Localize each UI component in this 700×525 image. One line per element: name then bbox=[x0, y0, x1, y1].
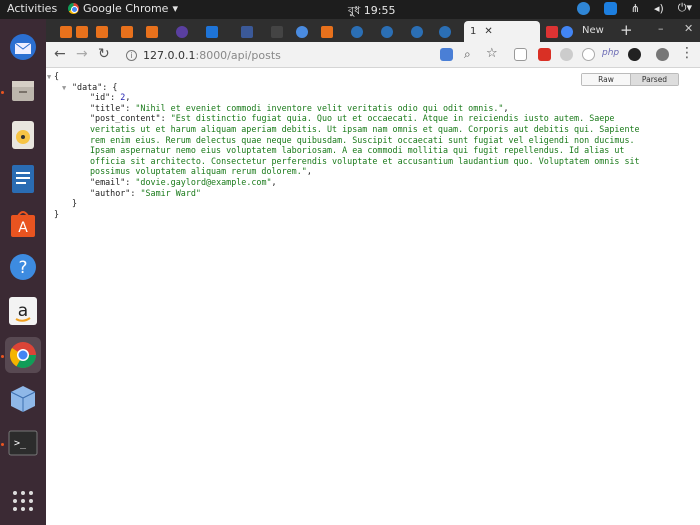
json-brace: { bbox=[54, 71, 60, 81]
volume-icon[interactable]: ◂) bbox=[654, 2, 664, 15]
extension-icon[interactable] bbox=[560, 48, 573, 61]
new-tab-button[interactable]: + bbox=[620, 21, 633, 39]
power-icon[interactable]: ⏻▾ bbox=[678, 1, 692, 15]
json-brace: } bbox=[72, 198, 78, 209]
json-key: "email" bbox=[90, 176, 126, 187]
json-key: "title" bbox=[90, 102, 126, 113]
tab[interactable] bbox=[206, 22, 218, 42]
json-punct: : { bbox=[102, 81, 118, 92]
browser-toolbar: ← → ↻ i 127.0.0.1:8000/api/posts ⌕ ☆ php… bbox=[46, 42, 700, 68]
chrome-icon bbox=[68, 3, 79, 14]
json-value: "Est distinctio fugiat quia. Quo ut et o… bbox=[90, 113, 640, 177]
json-value: "Samir Ward" bbox=[140, 187, 201, 198]
show-applications-icon[interactable] bbox=[5, 483, 41, 519]
json-viewer: Raw Parsed ▼{ ▼ "data": { "id": 2, "title… bbox=[46, 68, 700, 525]
forward-button[interactable]: → bbox=[76, 46, 88, 62]
json-key: "id" bbox=[90, 92, 111, 103]
reload-button[interactable]: ↻ bbox=[98, 46, 110, 62]
tab[interactable] bbox=[146, 22, 158, 42]
svg-text:?: ? bbox=[18, 258, 27, 278]
dock: A ? a >_ bbox=[0, 19, 46, 525]
amazon-icon[interactable]: a bbox=[5, 293, 41, 329]
url-path: :8000/api/posts bbox=[195, 48, 281, 62]
tab[interactable] bbox=[176, 22, 188, 42]
files-icon[interactable] bbox=[5, 73, 41, 109]
tab[interactable] bbox=[351, 22, 363, 42]
app-name: Google Chrome bbox=[83, 2, 169, 15]
tab[interactable] bbox=[411, 22, 423, 42]
rhythmbox-icon[interactable] bbox=[5, 117, 41, 153]
chrome-dock-icon[interactable] bbox=[5, 337, 41, 373]
skype-icon[interactable] bbox=[576, 1, 590, 15]
url-host: 127.0.0.1 bbox=[143, 48, 196, 62]
terminal-icon[interactable]: >_ bbox=[5, 425, 41, 461]
svg-text:>_: >_ bbox=[14, 438, 27, 449]
zoom-icon[interactable] bbox=[603, 1, 617, 15]
translate-icon[interactable] bbox=[440, 48, 453, 61]
json-key: "post_content" bbox=[90, 113, 161, 124]
software-center-icon[interactable]: A bbox=[5, 205, 41, 241]
json-key: "author" bbox=[90, 187, 131, 198]
tab[interactable] bbox=[546, 22, 558, 42]
system-top-bar: Activities Google Chrome ▾ বুধ 19:55 ⋔ ◂… bbox=[0, 0, 700, 19]
tab-strip: 1 ✕ New + – ✕ bbox=[46, 19, 700, 42]
profile-avatar[interactable] bbox=[656, 48, 669, 61]
close-window-button[interactable]: ✕ bbox=[684, 22, 693, 35]
tab[interactable] bbox=[439, 22, 451, 42]
address-bar[interactable]: i 127.0.0.1:8000/api/posts bbox=[122, 45, 482, 65]
help-icon[interactable]: ? bbox=[5, 249, 41, 285]
bookmark-star-icon[interactable]: ☆ bbox=[486, 46, 498, 61]
php-extension-icon[interactable]: php bbox=[602, 48, 619, 58]
libreoffice-writer-icon[interactable] bbox=[5, 161, 41, 197]
system-tray: ⋔ ◂) ⏻▾ bbox=[576, 1, 692, 15]
tab[interactable] bbox=[561, 22, 573, 42]
json-brace: } bbox=[54, 208, 60, 219]
zoom-icon[interactable]: ⌕ bbox=[464, 47, 471, 62]
close-icon[interactable]: ✕ bbox=[484, 26, 492, 37]
tab[interactable] bbox=[381, 22, 393, 42]
tab[interactable] bbox=[321, 22, 333, 42]
minimize-button[interactable]: – bbox=[658, 22, 664, 35]
tab[interactable] bbox=[241, 22, 253, 42]
json-key: "data" bbox=[72, 81, 103, 92]
tab[interactable] bbox=[271, 22, 283, 42]
info-icon[interactable]: i bbox=[126, 49, 137, 61]
chevron-down-icon: ▾ bbox=[172, 2, 178, 15]
tab-active[interactable]: 1 ✕ bbox=[464, 21, 540, 42]
tab[interactable] bbox=[121, 22, 133, 42]
extension-icon[interactable] bbox=[538, 48, 551, 61]
tab[interactable] bbox=[296, 22, 308, 42]
back-button[interactable]: ← bbox=[54, 46, 66, 62]
menu-icon[interactable]: ⋮ bbox=[680, 45, 694, 61]
extension-icon[interactable] bbox=[628, 48, 641, 61]
svg-text:a: a bbox=[18, 301, 28, 321]
svg-text:A: A bbox=[18, 220, 28, 236]
app-menu[interactable]: Google Chrome ▾ bbox=[68, 2, 178, 15]
json-value: 2 bbox=[120, 92, 126, 103]
thunderbird-icon[interactable] bbox=[5, 29, 41, 65]
tab[interactable] bbox=[60, 22, 88, 42]
tab[interactable] bbox=[96, 22, 108, 42]
virtualbox-icon[interactable] bbox=[5, 381, 41, 417]
tab-new-label[interactable]: New bbox=[582, 25, 604, 36]
activities-button[interactable]: Activities bbox=[7, 2, 57, 15]
tab-active-label: 1 bbox=[470, 26, 477, 37]
network-icon[interactable]: ⋔ bbox=[631, 2, 640, 15]
json-tree: ▼{ ▼ "data": { "id": 2, "title": "Nihil e… bbox=[47, 71, 640, 219]
json-value: "dovie.gaylord@example.com" bbox=[135, 176, 272, 187]
json-value: "Nihil et eveniet commodi inventore veli… bbox=[135, 102, 504, 113]
extension-icon[interactable] bbox=[582, 48, 595, 61]
extension-icon[interactable] bbox=[514, 48, 527, 61]
collapse-arrow-icon[interactable]: ▼ bbox=[47, 72, 51, 83]
